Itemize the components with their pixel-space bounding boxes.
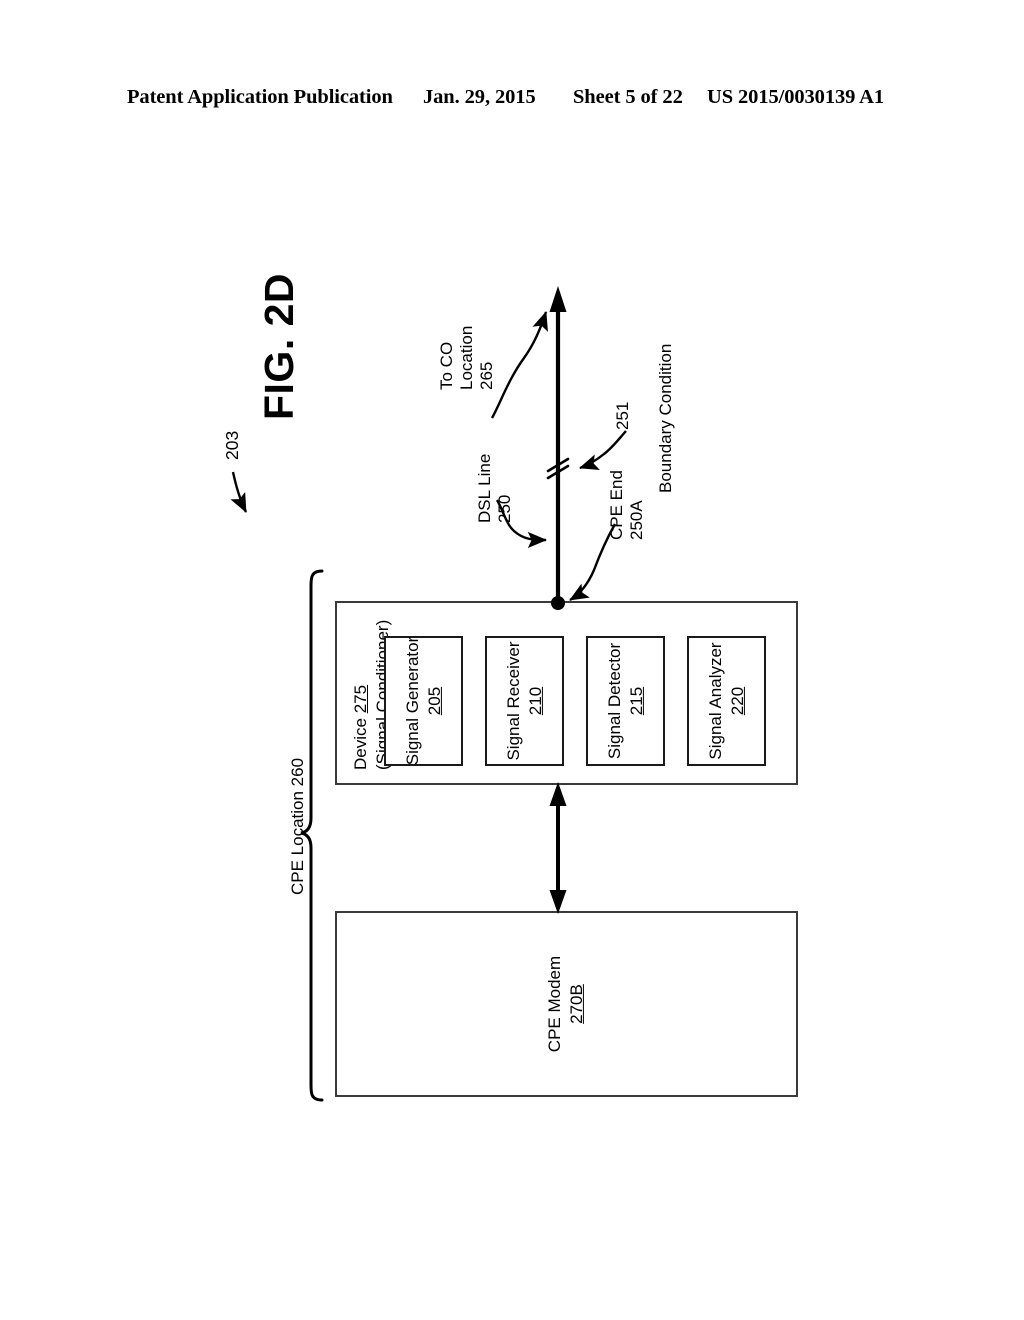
callout-dsl-line-ref: 250 [495, 494, 515, 523]
component-label-signal-receiver: Signal Receiver 210 [502, 641, 546, 760]
component-box-signal-analyzer: Signal Analyzer 220 [687, 636, 766, 766]
component-box-signal-detector: Signal Detector 215 [586, 636, 665, 766]
boundary-break-mark-icon [546, 457, 570, 480]
component-ref-signal-generator: 205 [424, 686, 444, 716]
component-ref-signal-analyzer: 220 [727, 686, 747, 716]
leader-to-co-location [490, 311, 548, 419]
cpe-modem-label: CPE Modem 270B [544, 956, 588, 1052]
figure-title: FIG. 2D [256, 272, 302, 420]
callout-dsl-line: DSL Line 250 [475, 454, 515, 523]
callout-cpe-end-label: CPE End [607, 470, 626, 540]
component-name-signal-analyzer: Signal Analyzer [705, 642, 725, 760]
figure-reference-numeral-203: 203 [222, 430, 242, 460]
callout-cpe-end: CPE End 250A [607, 470, 647, 540]
device-box-title-word: Device [351, 718, 370, 770]
callout-cpe-location: CPE Location 260 [288, 757, 307, 895]
leader-boundary-condition [579, 430, 627, 470]
component-name-signal-generator: Signal Generator [402, 636, 422, 766]
component-name-signal-receiver: Signal Receiver [503, 641, 523, 761]
device-box-title-ref: 275 [351, 684, 370, 714]
cpe-modem-name: CPE Modem [544, 955, 564, 1053]
component-ref-signal-receiver: 210 [525, 686, 545, 716]
device-box-title-line1: Device 275 [350, 620, 372, 770]
dsl-line-graphic [549, 286, 567, 610]
callout-dsl-line-label: DSL Line [475, 453, 494, 523]
callout-cpe-end-ref: 250A [627, 500, 647, 540]
cpe-modem-ref: 270B [567, 984, 586, 1024]
callout-to-co-line1: To CO [437, 341, 456, 390]
callout-to-co-line2: Location [457, 325, 477, 390]
callout-boundary-condition-label: Boundary Condition [656, 343, 675, 493]
component-ref-signal-detector: 215 [626, 686, 646, 716]
device-modem-connection-arrow [549, 782, 567, 914]
component-name-signal-detector: Signal Detector [604, 642, 624, 760]
callout-to-co-location: To CO Location 265 [437, 326, 497, 390]
callout-boundary-ref: 251 [613, 401, 632, 430]
callout-to-co-ref: 265 [477, 361, 497, 390]
component-label-signal-generator: Signal Generator 205 [401, 637, 445, 766]
component-label-signal-detector: Signal Detector 215 [603, 643, 647, 759]
patent-figure-2d: FIG. 2D 203 To CO Location 265 DSL Line … [0, 0, 1024, 1320]
component-label-signal-analyzer: Signal Analyzer 220 [704, 642, 748, 759]
component-box-signal-generator: Signal Generator 205 [384, 636, 463, 766]
leader-figure-203 [230, 471, 248, 513]
component-box-signal-receiver: Signal Receiver 210 [485, 636, 564, 766]
